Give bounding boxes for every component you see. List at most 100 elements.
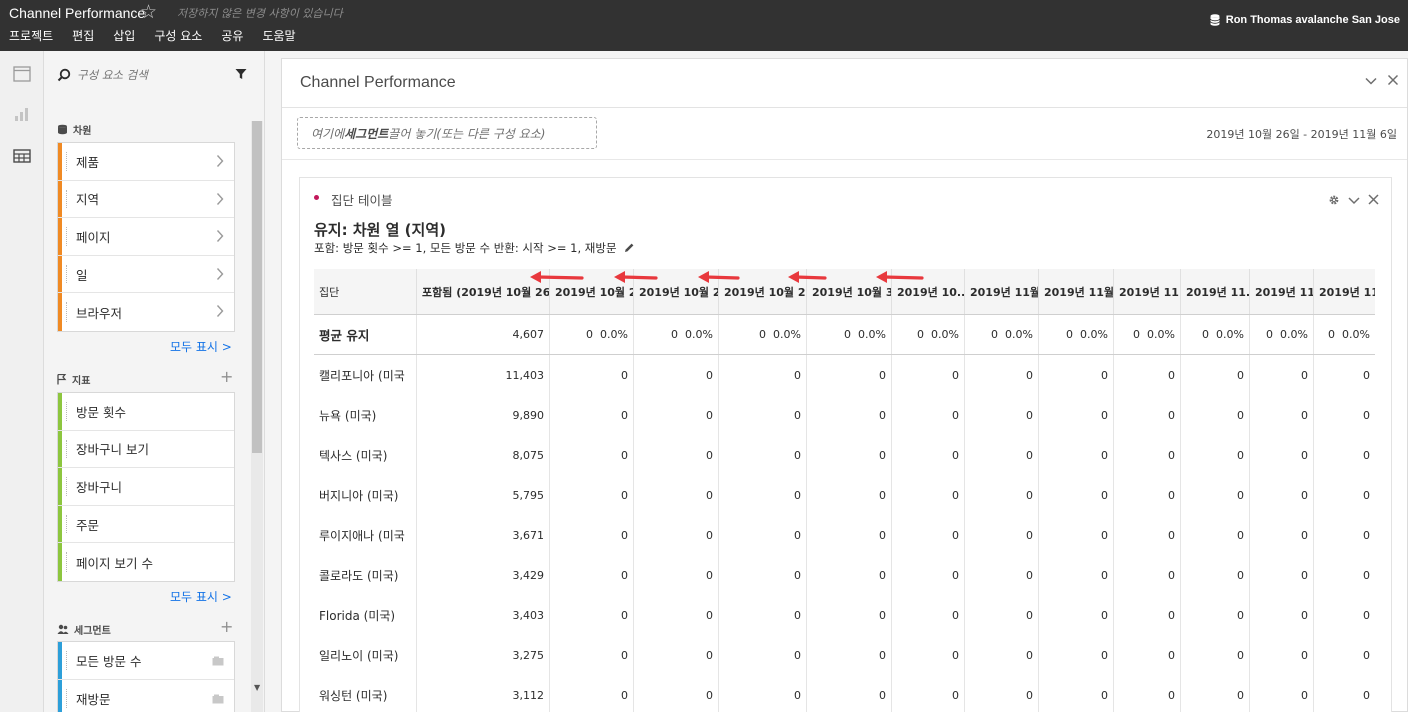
close-icon[interactable] [1387,74,1399,86]
metric-item-carts[interactable]: 장바구니 [58,468,234,506]
menu-edit[interactable]: 편집 [72,27,94,44]
add-metric-icon[interactable]: + [220,367,233,386]
cohort-retention-cell[interactable]: 0 [1313,555,1375,595]
cohort-retention-cell[interactable]: 0 [1113,595,1180,635]
average-retention-cell[interactable]: 0 0.0% [1313,315,1375,354]
cohort-retention-cell[interactable]: 0 [633,675,718,712]
cohort-retention-cell[interactable]: 0 [549,395,633,435]
column-header-period[interactable]: 2019년 11... [1180,269,1249,314]
components-icon[interactable] [13,148,31,164]
cohort-retention-cell[interactable]: 0 [1313,635,1375,675]
menu-components[interactable]: 구성 요소 [154,27,202,44]
cohort-retention-cell[interactable]: 0 [806,395,891,435]
average-retention-cell[interactable]: 0 0.0% [718,315,806,354]
segment-item-all-visits[interactable]: 모든 방문 수 [58,642,234,680]
cohort-retention-cell[interactable]: 0 [549,355,633,395]
drag-handle[interactable] [66,152,67,171]
average-retention-cell[interactable]: 0 0.0% [1249,315,1313,354]
metric-item-orders[interactable]: 주문 [58,505,234,544]
chevron-right-icon[interactable] [216,267,224,281]
metrics-show-all-link[interactable]: 모두 표시 > [170,588,232,605]
table-row[interactable]: 텍사스 (미국) 8,075 0 0 0 0 0 0 0 0 0 0 0 [314,435,1375,475]
cohort-retention-cell[interactable]: 0 [633,475,718,515]
cohort-retention-cell[interactable]: 0 [1180,515,1249,555]
drag-handle[interactable] [66,514,67,534]
drag-handle[interactable] [66,402,67,421]
cohort-retention-cell[interactable]: 0 [806,475,891,515]
cohort-retention-cell[interactable]: 0 [964,475,1038,515]
cohort-retention-cell[interactable]: 0 [633,355,718,395]
scroll-down-arrow-icon[interactable]: ▼ [254,683,260,692]
column-header-period[interactable]: 2019년 11... [1249,269,1313,314]
chevron-down-icon[interactable] [1365,76,1377,86]
drag-handle[interactable] [66,439,67,459]
cohort-retention-cell[interactable]: 0 [964,635,1038,675]
cohort-retention-cell[interactable]: 0 [1313,475,1375,515]
average-retention-row[interactable]: 평균 유지 4,607 0 0.0% 0 0.0% 0 0.0% 0 0.0% 0 0.0% 0 0.0%… [314,315,1375,355]
segment-item-return-visits[interactable]: 재방문 [58,679,234,712]
close-icon[interactable] [1368,194,1379,205]
scrollbar-thumb[interactable] [252,121,262,453]
cohort-retention-cell[interactable]: 0 [549,435,633,475]
cohort-retention-cell[interactable]: 0 [1038,475,1113,515]
drag-handle[interactable] [66,302,67,322]
cohort-retention-cell[interactable]: 0 [1038,595,1113,635]
cohort-retention-cell[interactable]: 0 [718,435,806,475]
average-retention-cell[interactable]: 0 0.0% [891,315,964,354]
cohort-retention-cell[interactable]: 0 [1038,355,1113,395]
cohort-retention-cell[interactable]: 0 [964,435,1038,475]
table-row[interactable]: 워싱턴 (미국) 3,112 0 0 0 0 0 0 0 0 0 0 0 [314,675,1375,712]
cohort-retention-cell[interactable]: 0 [549,635,633,675]
cohort-retention-cell[interactable]: 0 [1038,635,1113,675]
cohort-retention-cell[interactable]: 0 [1313,595,1375,635]
cohort-retention-cell[interactable]: 0 [718,355,806,395]
cohort-retention-cell[interactable]: 0 [806,675,891,712]
cohort-retention-cell[interactable]: 0 [1180,675,1249,712]
cohort-retention-cell[interactable]: 0 [1113,635,1180,675]
cohort-retention-cell[interactable]: 0 [1180,395,1249,435]
cohort-retention-cell[interactable]: 0 [1249,435,1313,475]
cohort-retention-cell[interactable]: 0 [1313,355,1375,395]
chevron-down-icon[interactable] [1348,196,1360,205]
cohort-retention-cell[interactable]: 0 [1180,435,1249,475]
cohort-included-value[interactable]: 3,275 [416,635,549,675]
drag-handle[interactable] [66,552,67,572]
cohort-retention-cell[interactable]: 0 [633,595,718,635]
cohort-retention-cell[interactable]: 0 [964,555,1038,595]
cohort-retention-cell[interactable]: 0 [633,635,718,675]
cohort-retention-cell[interactable]: 0 [718,635,806,675]
cohort-included-value[interactable]: 3,429 [416,555,549,595]
cohort-retention-cell[interactable]: 0 [1038,515,1113,555]
metric-item-page-views[interactable]: 페이지 보기 수 [58,543,234,581]
cohort-retention-cell[interactable]: 0 [1113,435,1180,475]
column-header-period[interactable]: 2019년 10월 2... [633,269,718,314]
column-header-period[interactable]: 2019년 10... [891,269,964,314]
cohort-retention-cell[interactable]: 0 [1038,675,1113,712]
cohort-retention-cell[interactable]: 0 [806,595,891,635]
cohort-retention-cell[interactable]: 0 [1249,595,1313,635]
filter-icon[interactable] [235,68,247,80]
add-segment-icon[interactable]: + [220,617,233,636]
chevron-right-icon[interactable] [216,304,224,318]
menu-project[interactable]: 프로젝트 [9,27,53,44]
dimension-item-page[interactable]: 페이지 [58,218,234,256]
cohort-retention-cell[interactable]: 0 [806,555,891,595]
visualization-title[interactable]: 집단 테이블 [331,190,392,209]
cohort-retention-cell[interactable]: 0 [1249,635,1313,675]
cohort-retention-cell[interactable]: 0 [549,515,633,555]
column-header-cohort[interactable]: 집단 [314,269,416,314]
chevron-right-icon[interactable] [216,154,224,168]
cohort-retention-cell[interactable]: 0 [806,515,891,555]
chevron-right-icon[interactable] [216,192,224,206]
cohort-retention-cell[interactable]: 0 [1313,435,1375,475]
column-header-period[interactable]: 2019년 11월... [1038,269,1113,314]
cohort-retention-cell[interactable]: 0 [1113,355,1180,395]
cohort-retention-cell[interactable]: 0 [1249,555,1313,595]
column-header-period[interactable]: 2019년 11... [1113,269,1180,314]
project-title[interactable]: Channel Performance [9,5,145,21]
dimensions-show-all-link[interactable]: 모두 표시 > [170,338,232,355]
cohort-retention-cell[interactable]: 0 [1113,555,1180,595]
cohort-retention-cell[interactable]: 0 [806,635,891,675]
dimension-item-product[interactable]: 제품 [58,143,234,181]
table-row[interactable]: 뉴욕 (미국) 9,890 0 0 0 0 0 0 0 0 0 0 0 [314,395,1375,435]
